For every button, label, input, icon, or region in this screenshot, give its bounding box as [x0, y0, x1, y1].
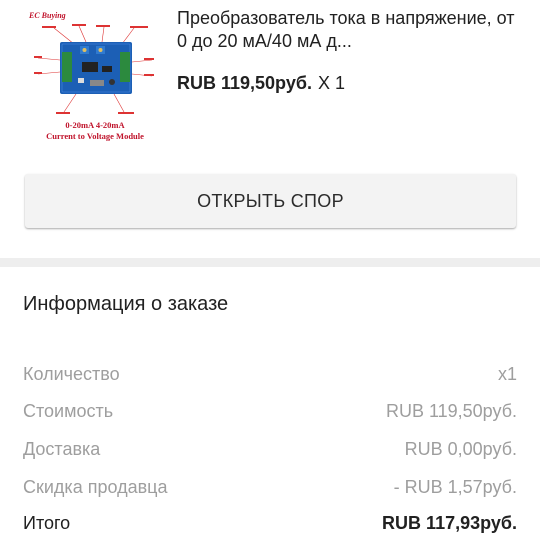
thumbnail-brand: EC Buying — [29, 11, 66, 20]
row-value: - RUB 1,57руб. — [393, 477, 517, 497]
row-label: Стоимость — [23, 401, 114, 421]
product-quantity: X 1 — [317, 73, 345, 93]
product-thumbnail[interactable]: EC Buying 0-20mA 4-20mA Current to Volta… — [24, 6, 166, 144]
row-value: x1 — [497, 364, 517, 384]
module-board-image — [34, 24, 154, 114]
row-value: RUB 119,50руб. — [385, 401, 517, 421]
section-divider — [0, 258, 540, 267]
row-label: Доставка — [23, 439, 101, 459]
product-price: RUB 119,50руб. — [177, 73, 312, 93]
row-value: RUB 117,93руб. — [382, 513, 517, 533]
row-label: Итого — [23, 513, 71, 533]
thumbnail-caption-range: 0-20mA 4-20mA — [65, 120, 125, 130]
order-row-shipping: Доставка RUB 0,00руб. — [23, 437, 517, 461]
order-item[interactable]: EC Buying 0-20mA 4-20mA Current to Volta… — [0, 0, 540, 170]
order-row-quantity: Количество x1 — [23, 362, 517, 386]
thumbnail-caption-module: Current to Voltage Module — [46, 131, 144, 141]
order-row-seller-discount: Скидка продавца - RUB 1,57руб. — [23, 475, 517, 499]
product-price-row: RUB 119,50руб. X 1 — [177, 72, 345, 94]
order-info-title: Информация о заказе — [23, 293, 229, 315]
product-title[interactable]: Преобразователь тока в напряжение, от 0 … — [177, 7, 522, 53]
row-value: RUB 0,00руб. — [404, 439, 517, 459]
row-label: Количество — [23, 364, 120, 384]
open-dispute-button[interactable]: ОТКРЫТЬ СПОР — [25, 174, 516, 228]
row-label: Скидка продавца — [23, 477, 168, 497]
order-row-total: Итого RUB 117,93руб. — [23, 511, 517, 535]
order-row-cost: Стоимость RUB 119,50руб. — [23, 399, 517, 423]
